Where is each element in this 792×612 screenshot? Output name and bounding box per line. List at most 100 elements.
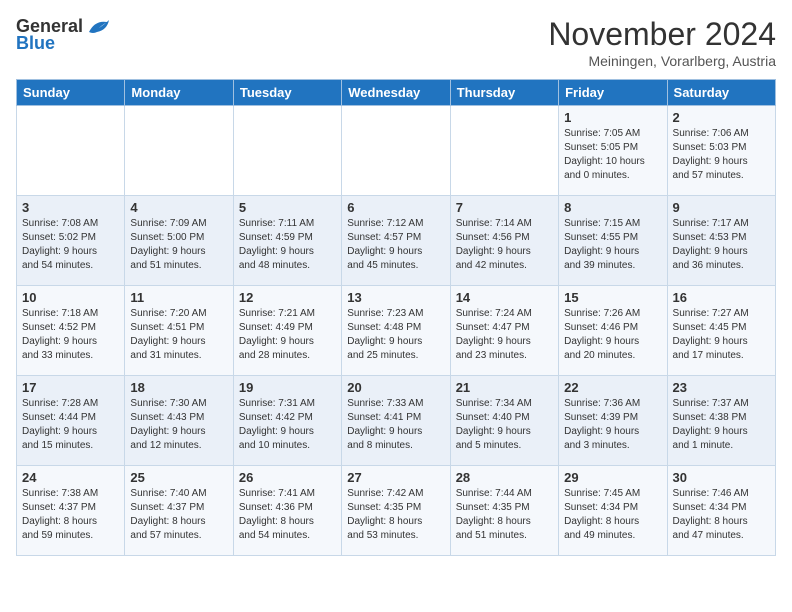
day-info: Sunrise: 7:46 AM Sunset: 4:34 PM Dayligh… [673, 487, 770, 543]
day-number: 6 [347, 200, 444, 215]
calendar-cell: 29 Sunrise: 7:45 AM Sunset: 4:34 PM Dayli… [559, 466, 667, 556]
calendar-cell: 5 Sunrise: 7:11 AM Sunset: 4:59 PM Daylig… [233, 196, 341, 286]
calendar-header: SundayMondayTuesdayWednesdayThursdayFrid… [17, 80, 776, 106]
day-number: 30 [673, 470, 770, 485]
logo-bird-icon [87, 18, 109, 36]
calendar-cell: 18Sunrise: 7:30 AM Sunset: 4:43 PM Dayli… [125, 376, 233, 466]
day-number: 5 [239, 200, 336, 215]
calendar-cell: 8 Sunrise: 7:15 AM Sunset: 4:55 PM Daylig… [559, 196, 667, 286]
logo-blue-text: Blue [16, 33, 55, 54]
day-info: Sunrise: 7:42 AM Sunset: 4:35 PM Dayligh… [347, 487, 444, 543]
day-number: 14 [456, 290, 553, 305]
calendar-cell: 13 Sunrise: 7:23 AM Sunset: 4:48 PM Dayli… [342, 286, 450, 376]
day-info: Sunrise: 7:23 AM Sunset: 4:48 PM Dayligh… [347, 307, 444, 363]
day-number: 23 [673, 380, 770, 395]
day-info: Sunrise: 7:14 AM Sunset: 4:56 PM Dayligh… [456, 217, 553, 273]
day-info: Sunrise: 7:28 AM Sunset: 4:44 PM Dayligh… [22, 397, 119, 453]
calendar-cell: 20 Sunrise: 7:33 AM Sunset: 4:41 PM Dayli… [342, 376, 450, 466]
day-info: Sunrise: 7:09 AM Sunset: 5:00 PM Dayligh… [130, 217, 227, 273]
calendar-cell: 27 Sunrise: 7:42 AM Sunset: 4:35 PM Dayli… [342, 466, 450, 556]
week-row-5: 24Sunrise: 7:38 AM Sunset: 4:37 PM Dayli… [17, 466, 776, 556]
calendar-cell: 4 Sunrise: 7:09 AM Sunset: 5:00 PM Daylig… [125, 196, 233, 286]
day-number: 2 [673, 110, 770, 125]
weekday-sunday: Sunday [17, 80, 125, 106]
weekday-thursday: Thursday [450, 80, 558, 106]
calendar-cell [17, 106, 125, 196]
calendar-cell: 15 Sunrise: 7:26 AM Sunset: 4:46 PM Dayli… [559, 286, 667, 376]
day-info: Sunrise: 7:41 AM Sunset: 4:36 PM Dayligh… [239, 487, 336, 543]
day-info: Sunrise: 7:26 AM Sunset: 4:46 PM Dayligh… [564, 307, 661, 363]
day-info: Sunrise: 7:38 AM Sunset: 4:37 PM Dayligh… [22, 487, 119, 543]
day-info: Sunrise: 7:17 AM Sunset: 4:53 PM Dayligh… [673, 217, 770, 273]
day-number: 3 [22, 200, 119, 215]
day-info: Sunrise: 7:33 AM Sunset: 4:41 PM Dayligh… [347, 397, 444, 453]
calendar-cell: 7 Sunrise: 7:14 AM Sunset: 4:56 PM Daylig… [450, 196, 558, 286]
calendar-cell: 21 Sunrise: 7:34 AM Sunset: 4:40 PM Dayli… [450, 376, 558, 466]
day-info: Sunrise: 7:30 AM Sunset: 4:43 PM Dayligh… [130, 397, 227, 453]
calendar-cell: 11 Sunrise: 7:20 AM Sunset: 4:51 PM Dayli… [125, 286, 233, 376]
logo: General Blue [16, 16, 109, 54]
calendar-cell: 14 Sunrise: 7:24 AM Sunset: 4:47 PM Dayli… [450, 286, 558, 376]
day-number: 27 [347, 470, 444, 485]
calendar-cell: 9Sunrise: 7:17 AM Sunset: 4:53 PM Daylig… [667, 196, 775, 286]
calendar-cell [125, 106, 233, 196]
calendar-cell: 2 Sunrise: 7:06 AM Sunset: 5:03 PM Daylig… [667, 106, 775, 196]
calendar-cell [233, 106, 341, 196]
day-info: Sunrise: 7:06 AM Sunset: 5:03 PM Dayligh… [673, 127, 770, 183]
day-info: Sunrise: 7:21 AM Sunset: 4:49 PM Dayligh… [239, 307, 336, 363]
day-number: 28 [456, 470, 553, 485]
calendar-cell [450, 106, 558, 196]
calendar-cell: 1 Sunrise: 7:05 AM Sunset: 5:05 PM Daylig… [559, 106, 667, 196]
calendar-cell: 30 Sunrise: 7:46 AM Sunset: 4:34 PM Dayli… [667, 466, 775, 556]
location-text: Meiningen, Vorarlberg, Austria [548, 53, 776, 69]
day-info: Sunrise: 7:15 AM Sunset: 4:55 PM Dayligh… [564, 217, 661, 273]
calendar-cell: 23 Sunrise: 7:37 AM Sunset: 4:38 PM Dayli… [667, 376, 775, 466]
calendar-cell: 16 Sunrise: 7:27 AM Sunset: 4:45 PM Dayli… [667, 286, 775, 376]
day-number: 10 [22, 290, 119, 305]
day-number: 15 [564, 290, 661, 305]
day-number: 7 [456, 200, 553, 215]
day-number: 17 [22, 380, 119, 395]
day-number: 1 [564, 110, 661, 125]
day-number: 8 [564, 200, 661, 215]
calendar-cell: 3 Sunrise: 7:08 AM Sunset: 5:02 PM Daylig… [17, 196, 125, 286]
day-info: Sunrise: 7:18 AM Sunset: 4:52 PM Dayligh… [22, 307, 119, 363]
day-number: 13 [347, 290, 444, 305]
day-info: Sunrise: 7:34 AM Sunset: 4:40 PM Dayligh… [456, 397, 553, 453]
day-info: Sunrise: 7:08 AM Sunset: 5:02 PM Dayligh… [22, 217, 119, 273]
calendar-cell [342, 106, 450, 196]
day-info: Sunrise: 7:12 AM Sunset: 4:57 PM Dayligh… [347, 217, 444, 273]
calendar-cell: 25Sunrise: 7:40 AM Sunset: 4:37 PM Dayli… [125, 466, 233, 556]
day-number: 21 [456, 380, 553, 395]
day-number: 11 [130, 290, 227, 305]
weekday-row: SundayMondayTuesdayWednesdayThursdayFrid… [17, 80, 776, 106]
title-block: November 2024 Meiningen, Vorarlberg, Aus… [548, 16, 776, 69]
day-number: 16 [673, 290, 770, 305]
day-number: 25 [130, 470, 227, 485]
day-info: Sunrise: 7:27 AM Sunset: 4:45 PM Dayligh… [673, 307, 770, 363]
month-title: November 2024 [548, 16, 776, 53]
day-number: 12 [239, 290, 336, 305]
weekday-friday: Friday [559, 80, 667, 106]
day-info: Sunrise: 7:11 AM Sunset: 4:59 PM Dayligh… [239, 217, 336, 273]
day-info: Sunrise: 7:24 AM Sunset: 4:47 PM Dayligh… [456, 307, 553, 363]
day-number: 20 [347, 380, 444, 395]
day-number: 4 [130, 200, 227, 215]
day-info: Sunrise: 7:05 AM Sunset: 5:05 PM Dayligh… [564, 127, 661, 183]
calendar-cell: 6 Sunrise: 7:12 AM Sunset: 4:57 PM Daylig… [342, 196, 450, 286]
calendar-cell: 24Sunrise: 7:38 AM Sunset: 4:37 PM Dayli… [17, 466, 125, 556]
day-info: Sunrise: 7:20 AM Sunset: 4:51 PM Dayligh… [130, 307, 227, 363]
calendar-table: SundayMondayTuesdayWednesdayThursdayFrid… [16, 79, 776, 556]
calendar-cell: 26Sunrise: 7:41 AM Sunset: 4:36 PM Dayli… [233, 466, 341, 556]
calendar-cell: 10 Sunrise: 7:18 AM Sunset: 4:52 PM Dayli… [17, 286, 125, 376]
day-info: Sunrise: 7:45 AM Sunset: 4:34 PM Dayligh… [564, 487, 661, 543]
day-number: 29 [564, 470, 661, 485]
day-info: Sunrise: 7:37 AM Sunset: 4:38 PM Dayligh… [673, 397, 770, 453]
weekday-wednesday: Wednesday [342, 80, 450, 106]
weekday-monday: Monday [125, 80, 233, 106]
day-number: 19 [239, 380, 336, 395]
calendar-cell: 12 Sunrise: 7:21 AM Sunset: 4:49 PM Dayli… [233, 286, 341, 376]
week-row-4: 17 Sunrise: 7:28 AM Sunset: 4:44 PM Dayli… [17, 376, 776, 466]
weekday-tuesday: Tuesday [233, 80, 341, 106]
page-header: General Blue November 2024 Meiningen, Vo… [16, 16, 776, 69]
